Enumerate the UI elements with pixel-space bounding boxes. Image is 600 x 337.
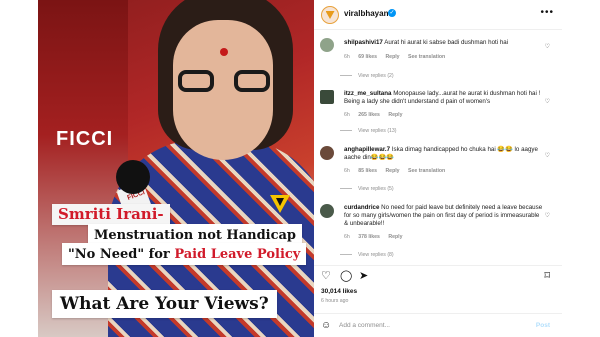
comment-username[interactable]: anghapillewar.7 [344,146,390,153]
comment-avatar[interactable] [320,146,334,160]
comment-icon[interactable]: ◯ [340,269,352,282]
comment-body: Aurat hi aurat ki sabse badi dushman hot… [382,39,509,46]
post-comment-button[interactable]: Post [536,322,550,329]
caption-views: What Are Your Views? [52,290,277,318]
post-panel: viralbhayani ✓ ••• shilpashivi17 Aurat h… [314,0,562,337]
comment-reply-button[interactable]: Reply [385,168,399,174]
account-avatar[interactable] [321,6,339,24]
comment-translate-button[interactable]: See translation [408,54,445,60]
comment-username[interactable]: curdandrice [344,204,379,211]
comment-meta: 6h 69 likes Reply See translation [344,54,452,60]
caption-name: Smriti Irani- [52,204,170,225]
caption-name-text: Smriti Irani- [58,205,164,223]
comments-list: shilpashivi17 Aurat hi aurat ki sabse ba… [314,32,562,262]
caption-line-3-highlight: Paid Leave Policy [174,247,301,262]
add-comment-input[interactable]: Add a comment... [339,322,390,329]
posted-time: 6 hours ago [321,298,349,304]
ficci-backdrop-text: FICCI [56,128,114,150]
view-replies-button[interactable]: View replies (2) [358,73,394,79]
verified-badge-icon: ✓ [388,9,396,17]
comment-time: 6h [344,54,350,60]
comment-meta: 6h 378 likes Reply [344,234,409,240]
comment-likes[interactable]: 69 likes [358,54,377,60]
post-header: viralbhayani ✓ ••• [314,0,562,30]
comment-text: shilpashivi17 Aurat hi aurat ki sabse ba… [344,39,544,47]
bookmark-icon[interactable]: ⌑ [544,269,550,282]
comment-like-icon[interactable]: ♡ [545,98,550,105]
comment-reply-button[interactable]: Reply [385,54,399,60]
likes-count[interactable]: 30,014 likes [321,288,357,295]
post-image[interactable]: FICCI FICCI Smriti Irani- Menstruation n… [38,0,314,337]
caption-views-text: What Are Your Views? [60,294,269,314]
view-replies-button[interactable]: View replies (8) [358,252,394,258]
account-username[interactable]: viralbhayani [344,9,391,18]
view-replies-button[interactable]: View replies (13) [358,128,397,134]
more-options-icon[interactable]: ••• [540,7,554,18]
comment-like-icon[interactable]: ♡ [545,212,550,219]
add-comment-bar: ☺ Add a comment... Post [314,313,562,337]
share-icon[interactable]: ➤ [359,269,368,282]
comment-likes[interactable]: 85 likes [358,168,377,174]
emoji-icon[interactable]: ☺ [321,320,331,331]
comment-time: 6h [344,234,350,240]
comment-translate-button[interactable]: See translation [408,168,445,174]
comment-time: 6h [344,168,350,174]
comment-avatar[interactable] [320,38,334,52]
heart-icon[interactable]: ♡ [321,269,331,282]
caption-line-3-text: "No Need" for [68,247,175,262]
comment-like-icon[interactable]: ♡ [545,152,550,159]
comment-username[interactable]: shilpashivi17 [344,39,383,46]
post-actions: ♡ ◯ ➤ ⌑ [314,265,562,283]
caption-line-3: "No Need" for Paid Leave Policy [62,243,307,265]
bindi [220,48,228,56]
comment-meta: 6h 265 likes Reply [344,112,409,118]
caption-line-2-text: Menstruation not Handicap [94,228,297,243]
comment-text: curdandrice No need for paid leave but d… [344,204,544,228]
glasses [178,70,270,92]
comment-likes[interactable]: 378 likes [358,234,380,240]
comment-reply-button[interactable]: Reply [388,112,402,118]
comment-time: 6h [344,112,350,118]
comment-reply-button[interactable]: Reply [388,234,402,240]
microphone [116,160,150,194]
comment-avatar[interactable] [320,204,334,218]
comment-like-icon[interactable]: ♡ [545,43,550,50]
comment-text: itzz_me_sultana Monopause lady...aurat h… [344,90,544,106]
comment-likes[interactable]: 265 likes [358,112,380,118]
comment-username[interactable]: itzz_me_sultana [344,90,391,97]
comment-text: anghapillewar.7 Iska dimag handicapped h… [344,146,544,162]
view-replies-button[interactable]: View replies (5) [358,186,394,192]
comment-avatar[interactable] [320,90,334,104]
comment-meta: 6h 85 likes Reply See translation [344,168,452,174]
